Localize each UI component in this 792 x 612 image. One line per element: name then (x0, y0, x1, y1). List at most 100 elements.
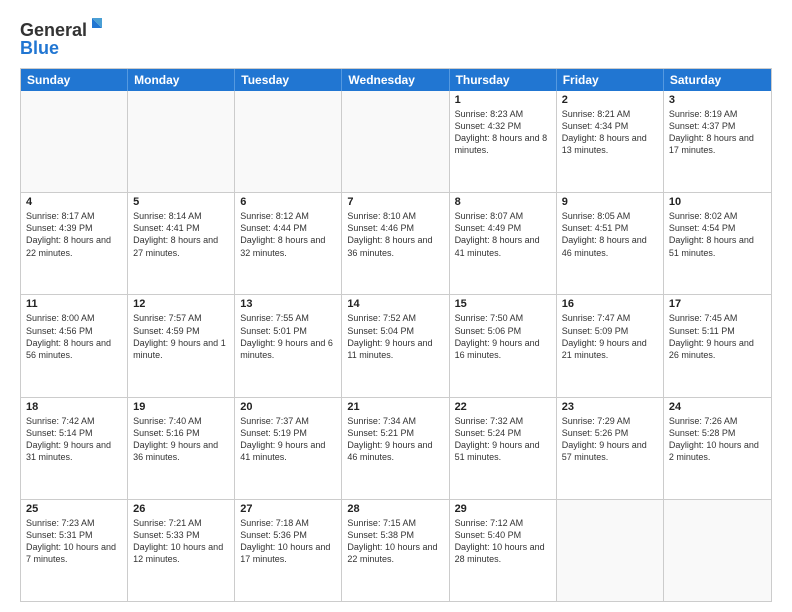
calendar-cell: 7 Sunrise: 8:10 AMSunset: 4:46 PMDaylight… (342, 193, 449, 294)
day-info: Sunrise: 8:21 AMSunset: 4:34 PMDaylight:… (562, 108, 658, 157)
calendar-cell: 20Sunrise: 7:37 AMSunset: 5:19 PMDayligh… (235, 398, 342, 499)
logo-svg: GeneralBlue (20, 16, 110, 60)
day-number: 6 (240, 196, 336, 208)
calendar-cell: 28 Sunrise: 7:15 AMSunset: 5:38 PMDayligh… (342, 500, 449, 601)
day-number: 14 (347, 298, 443, 310)
day-number: 13 (240, 298, 336, 310)
calendar-cell: 10 Sunrise: 8:02 AMSunset: 4:54 PMDayligh… (664, 193, 771, 294)
day-info: Sunrise: 8:23 AMSunset: 4:32 PMDaylight:… (455, 108, 551, 157)
day-number: 11 (26, 298, 122, 310)
calendar-cell: 8 Sunrise: 8:07 AMSunset: 4:49 PMDaylight… (450, 193, 557, 294)
day-number: 29 (455, 503, 551, 515)
calendar-cell: 5Sunrise: 8:14 AMSunset: 4:41 PMDaylight… (128, 193, 235, 294)
calendar-header: SundayMondayTuesdayWednesdayThursdayFrid… (21, 69, 771, 91)
day-info: Sunrise: 7:52 AMSunset: 5:04 PMDaylight:… (347, 312, 443, 361)
calendar-cell: 16 Sunrise: 7:47 AMSunset: 5:09 PMDayligh… (557, 295, 664, 396)
calendar-cell: 24 Sunrise: 7:26 AMSunset: 5:28 PMDayligh… (664, 398, 771, 499)
day-info: Sunrise: 7:57 AMSunset: 4:59 PMDaylight:… (133, 312, 229, 361)
day-info: Sunrise: 7:12 AMSunset: 5:40 PMDaylight:… (455, 517, 551, 566)
day-info: Sunrise: 7:18 AMSunset: 5:36 PMDaylight:… (240, 517, 336, 566)
calendar-cell: 23 Sunrise: 7:29 AMSunset: 5:26 PMDayligh… (557, 398, 664, 499)
calendar-cell: 2 Sunrise: 8:21 AMSunset: 4:34 PMDaylight… (557, 91, 664, 192)
day-number: 12 (133, 298, 229, 310)
day-number: 1 (455, 94, 551, 106)
day-info: Sunrise: 8:05 AMSunset: 4:51 PMDaylight:… (562, 210, 658, 259)
day-number: 3 (669, 94, 766, 106)
calendar-cell: 26 Sunrise: 7:21 AMSunset: 5:33 PMDayligh… (128, 500, 235, 601)
day-info: Sunrise: 8:14 AMSunset: 4:41 PMDaylight:… (133, 210, 229, 259)
day-number: 9 (562, 196, 658, 208)
day-info: Sunrise: 7:34 AMSunset: 5:21 PMDaylight:… (347, 415, 443, 464)
calendar-cell (664, 500, 771, 601)
calendar-cell (342, 91, 449, 192)
calendar-row: 4Sunrise: 8:17 AMSunset: 4:39 PMDaylight… (21, 192, 771, 294)
day-info: Sunrise: 8:17 AMSunset: 4:39 PMDaylight:… (26, 210, 122, 259)
day-number: 24 (669, 401, 766, 413)
header-cell-friday: Friday (557, 69, 664, 91)
calendar-cell (557, 500, 664, 601)
calendar-cell: 13 Sunrise: 7:55 AMSunset: 5:01 PMDayligh… (235, 295, 342, 396)
day-number: 18 (26, 401, 122, 413)
day-number: 19 (133, 401, 229, 413)
day-number: 23 (562, 401, 658, 413)
calendar-cell: 18 Sunrise: 7:42 AMSunset: 5:14 PMDayligh… (21, 398, 128, 499)
day-info: Sunrise: 7:55 AMSunset: 5:01 PMDaylight:… (240, 312, 336, 361)
day-info: Sunrise: 8:02 AMSunset: 4:54 PMDaylight:… (669, 210, 766, 259)
day-info: Sunrise: 7:29 AMSunset: 5:26 PMDaylight:… (562, 415, 658, 464)
day-number: 27 (240, 503, 336, 515)
header-cell-monday: Monday (128, 69, 235, 91)
day-number: 20 (240, 401, 336, 413)
calendar-cell: 25 Sunrise: 7:23 AMSunset: 5:31 PMDayligh… (21, 500, 128, 601)
calendar-cell (235, 91, 342, 192)
calendar-row: 25 Sunrise: 7:23 AMSunset: 5:31 PMDayligh… (21, 499, 771, 601)
day-number: 8 (455, 196, 551, 208)
day-number: 28 (347, 503, 443, 515)
day-number: 7 (347, 196, 443, 208)
day-info: Sunrise: 7:50 AMSunset: 5:06 PMDaylight:… (455, 312, 551, 361)
calendar-cell: 9 Sunrise: 8:05 AMSunset: 4:51 PMDaylight… (557, 193, 664, 294)
day-info: Sunrise: 7:15 AMSunset: 5:38 PMDaylight:… (347, 517, 443, 566)
header-cell-thursday: Thursday (450, 69, 557, 91)
day-info: Sunrise: 7:32 AMSunset: 5:24 PMDaylight:… (455, 415, 551, 464)
day-info: Sunrise: 7:26 AMSunset: 5:28 PMDaylight:… (669, 415, 766, 464)
calendar-cell: 6Sunrise: 8:12 AMSunset: 4:44 PMDaylight… (235, 193, 342, 294)
page: GeneralBlue SundayMondayTuesdayWednesday… (0, 0, 792, 612)
header-cell-tuesday: Tuesday (235, 69, 342, 91)
header: GeneralBlue (20, 16, 772, 60)
day-info: Sunrise: 8:10 AMSunset: 4:46 PMDaylight:… (347, 210, 443, 259)
day-info: Sunrise: 7:47 AMSunset: 5:09 PMDaylight:… (562, 312, 658, 361)
calendar-cell: 19 Sunrise: 7:40 AMSunset: 5:16 PMDayligh… (128, 398, 235, 499)
calendar-cell: 17 Sunrise: 7:45 AMSunset: 5:11 PMDayligh… (664, 295, 771, 396)
calendar-cell: 11 Sunrise: 8:00 AMSunset: 4:56 PMDayligh… (21, 295, 128, 396)
day-info: Sunrise: 7:23 AMSunset: 5:31 PMDaylight:… (26, 517, 122, 566)
header-cell-saturday: Saturday (664, 69, 771, 91)
day-number: 15 (455, 298, 551, 310)
day-info: Sunrise: 7:21 AMSunset: 5:33 PMDaylight:… (133, 517, 229, 566)
calendar-cell (128, 91, 235, 192)
svg-text:General: General (20, 20, 87, 40)
calendar-cell: 27 Sunrise: 7:18 AMSunset: 5:36 PMDayligh… (235, 500, 342, 601)
calendar-cell: 29 Sunrise: 7:12 AMSunset: 5:40 PMDayligh… (450, 500, 557, 601)
day-info: Sunrise: 7:45 AMSunset: 5:11 PMDaylight:… (669, 312, 766, 361)
calendar-cell: 4Sunrise: 8:17 AMSunset: 4:39 PMDaylight… (21, 193, 128, 294)
day-number: 16 (562, 298, 658, 310)
day-number: 2 (562, 94, 658, 106)
calendar-cell (21, 91, 128, 192)
day-info: Sunrise: 8:19 AMSunset: 4:37 PMDaylight:… (669, 108, 766, 157)
day-info: Sunrise: 7:40 AMSunset: 5:16 PMDaylight:… (133, 415, 229, 464)
logo: GeneralBlue (20, 16, 110, 60)
header-cell-wednesday: Wednesday (342, 69, 449, 91)
day-number: 26 (133, 503, 229, 515)
day-info: Sunrise: 8:00 AMSunset: 4:56 PMDaylight:… (26, 312, 122, 361)
day-number: 22 (455, 401, 551, 413)
day-number: 10 (669, 196, 766, 208)
calendar-cell: 22 Sunrise: 7:32 AMSunset: 5:24 PMDayligh… (450, 398, 557, 499)
day-info: Sunrise: 8:07 AMSunset: 4:49 PMDaylight:… (455, 210, 551, 259)
day-number: 17 (669, 298, 766, 310)
calendar-cell: 12 Sunrise: 7:57 AMSunset: 4:59 PMDayligh… (128, 295, 235, 396)
calendar-cell: 1 Sunrise: 8:23 AMSunset: 4:32 PMDaylight… (450, 91, 557, 192)
calendar-cell: 21Sunrise: 7:34 AMSunset: 5:21 PMDayligh… (342, 398, 449, 499)
header-cell-sunday: Sunday (21, 69, 128, 91)
day-number: 25 (26, 503, 122, 515)
day-info: Sunrise: 7:42 AMSunset: 5:14 PMDaylight:… (26, 415, 122, 464)
